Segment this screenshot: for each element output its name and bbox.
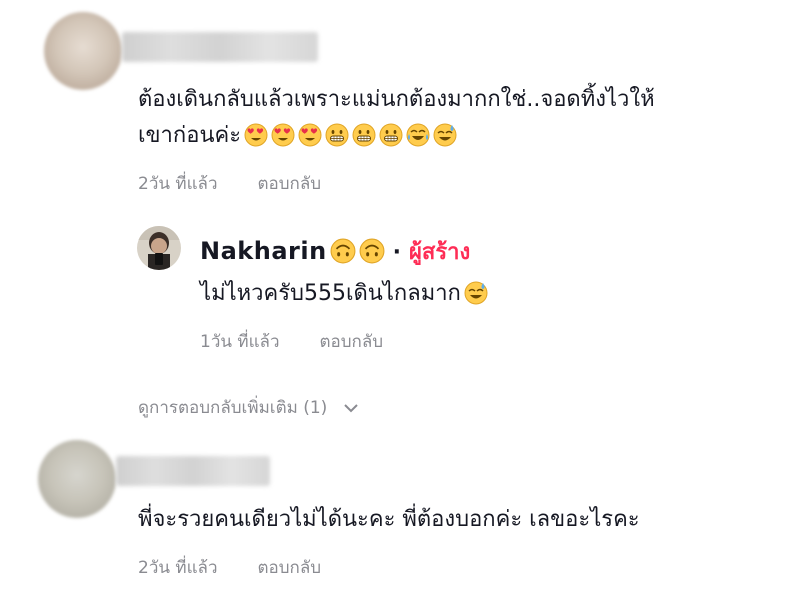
- comment-item: พี่จะรวยคนเดียวไม่ได้นะคะ พี่ต้องบอกค่ะ …: [0, 430, 800, 593]
- avatar[interactable]: [38, 440, 116, 518]
- timestamp: 2วัน ที่แล้ว: [138, 558, 218, 578]
- emoji-row: [241, 123, 457, 148]
- heart-eyes-icon: [241, 123, 268, 148]
- reply-item: Nakharin · ผู้สร้าง ไม่ไหวครับ555เดินไกลมา…: [0, 220, 800, 360]
- author-emoji: [327, 238, 385, 264]
- comment-text: พี่จะรวยคนเดียวไม่ได้นะคะ พี่ต้องบอกค่ะ …: [138, 507, 640, 532]
- timestamp: 2วัน ที่แล้ว: [138, 174, 218, 194]
- reply-meta: 1วัน ที่แล้ว ตอบกลับ: [200, 328, 383, 355]
- reply-button[interactable]: ตอบกลับ: [258, 558, 322, 578]
- tears-of-joy-icon: [403, 123, 430, 148]
- username[interactable]: [116, 456, 270, 486]
- heart-eyes-icon: [268, 123, 295, 148]
- reply-header: Nakharin · ผู้สร้าง: [200, 234, 470, 269]
- timestamp: 1วัน ที่แล้ว: [200, 332, 280, 352]
- emoji: [461, 281, 488, 306]
- reply-text: ไม่ไหวครับ555เดินไกลมาก: [200, 280, 488, 308]
- comment-meta: 2วัน ที่แล้ว ตอบกลับ: [138, 170, 321, 197]
- grin-icon: [376, 123, 403, 148]
- separator-dot: ·: [392, 240, 402, 265]
- chevron-down-icon: [343, 398, 359, 418]
- creator-badge: ผู้สร้าง: [409, 240, 471, 265]
- avatar[interactable]: [44, 12, 122, 90]
- comment-text-line2: เขาก่อนค่ะ: [138, 122, 457, 150]
- reply-button[interactable]: ตอบกลับ: [258, 174, 322, 194]
- view-more-label: ดูการตอบกลับเพิ่มเติม (1): [138, 398, 328, 418]
- reply-button[interactable]: ตอบกลับ: [320, 332, 384, 352]
- upside-down-face-icon: [327, 238, 356, 264]
- creator-avatar[interactable]: [137, 226, 181, 270]
- heart-eyes-icon: [295, 123, 322, 148]
- comment-text: ต้องเดินกลับแล้วเพราะแม่นกต้องมากกใช่..จ…: [138, 87, 655, 112]
- author-name[interactable]: Nakharin: [200, 237, 327, 265]
- comment-meta: 2วัน ที่แล้ว ตอบกลับ: [138, 554, 321, 581]
- view-more-replies-button[interactable]: ดูการตอบกลับเพิ่มเติม (1): [138, 394, 359, 421]
- username[interactable]: [122, 32, 318, 62]
- grin-icon: [322, 123, 349, 148]
- sweat-smile-icon: [461, 281, 488, 306]
- upside-down-face-icon: [356, 238, 385, 264]
- grin-icon: [349, 123, 376, 148]
- sweat-smile-icon: [430, 123, 457, 148]
- comment-item: ต้องเดินกลับแล้วเพราะแม่นกต้องมากกใช่..จ…: [0, 0, 800, 200]
